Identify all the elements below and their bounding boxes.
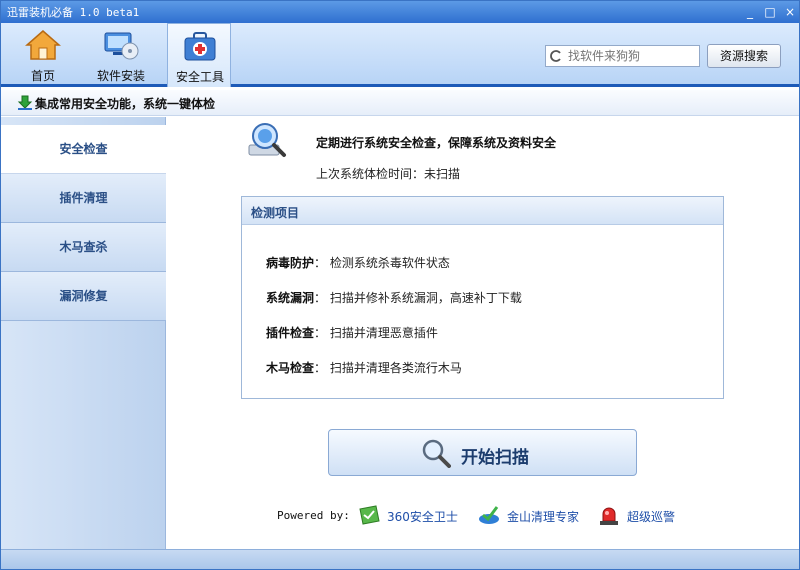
partner-name: 金山清理专家 <box>507 510 580 524</box>
maximize-button[interactable]: □ <box>761 3 779 21</box>
sub-header: 集成常用安全功能，系统一键体检 <box>1 90 799 116</box>
minimize-button[interactable]: _ <box>741 3 759 21</box>
search-box[interactable] <box>545 45 700 67</box>
detect-item-label: 插件检查 <box>266 326 315 340</box>
tool-security[interactable]: 安全工具 <box>167 23 231 87</box>
start-scan-button[interactable]: 开始扫描 <box>328 429 637 476</box>
sub-header-text: 集成常用安全功能，系统一键体检 <box>35 97 216 111</box>
detect-item: 病毒防护： 检测系统杀毒软件状态 <box>266 256 450 270</box>
title-bar: 迅雷装机必备 1.0 beta1 _ □ × <box>1 1 799 23</box>
alarm-light-icon <box>600 507 618 525</box>
partner-name: 360安全卫士 <box>387 510 458 524</box>
tool-software-label: 软件安装 <box>96 69 145 83</box>
status-bar <box>1 549 799 569</box>
detect-item-label: 木马检查 <box>266 361 315 375</box>
kingsoft-icon <box>479 506 499 524</box>
tool-software[interactable]: 软件安装 <box>89 23 153 84</box>
detect-item-desc: 检测系统杀毒软件状态 <box>329 256 450 270</box>
sidebar-item-security-check[interactable]: 安全检查 <box>1 125 166 174</box>
search-input[interactable] <box>568 48 696 64</box>
last-scan-label: 上次系统体检时间： <box>316 167 425 181</box>
tool-security-label: 安全工具 <box>175 70 224 84</box>
detect-item-desc: 扫描并清理恶意插件 <box>329 326 438 340</box>
main-toolbar: 首页 软件安装 安全工具 找软件来狗狗 资源搜索 <box>1 23 799 87</box>
first-aid-kit-icon <box>184 32 216 61</box>
home-icon <box>25 30 61 60</box>
sidebar-item-trojan-kill[interactable]: 木马查杀 <box>1 223 166 272</box>
main-panel: 定期进行系统安全检查，保障系统及资料安全 上次系统体检时间：未扫描 检测项目 病… <box>167 117 799 549</box>
partner-name: 超级巡警 <box>627 510 676 524</box>
close-button[interactable]: × <box>781 3 799 21</box>
start-scan-label: 开始扫描 <box>461 448 529 468</box>
detect-panel-header: 检测项目 <box>242 197 723 225</box>
detect-panel: 检测项目 病毒防护： 检测系统杀毒软件状态 系统漏洞： 扫描并修补系统漏洞，高速… <box>241 196 724 399</box>
sidebar-item-vuln-fix[interactable]: 漏洞修复 <box>1 272 166 321</box>
detect-item-label: 系统漏洞 <box>266 291 315 305</box>
last-scan-row: 上次系统体检时间：未扫描 <box>316 165 460 182</box>
tool-home-label: 首页 <box>30 69 55 83</box>
scan-magnifier-icon <box>248 123 286 157</box>
magnifier-icon <box>422 439 451 468</box>
detect-item-desc: 扫描并修补系统漏洞，高速补丁下载 <box>329 291 522 305</box>
sidebar-item-plugin-clean[interactable]: 插件清理 <box>1 174 166 223</box>
page-title: 定期进行系统安全检查，保障系统及资料安全 <box>316 136 557 150</box>
app-title: 迅雷装机必备 1.0 beta1 <box>7 6 140 19</box>
monitor-disc-icon <box>104 32 139 60</box>
detect-item-label: 病毒防护 <box>266 256 315 270</box>
powered-by-label: Powered by: <box>277 509 350 522</box>
tool-home[interactable]: 首页 <box>11 23 75 84</box>
360-shield-icon <box>359 505 380 525</box>
sidebar: 安全检查 插件清理 木马查杀 漏洞修复 <box>1 117 166 549</box>
search-button[interactable]: 资源搜索 <box>707 44 781 68</box>
detect-panel-title: 检测项目 <box>251 206 300 220</box>
app-window: 迅雷装机必备 1.0 beta1 _ □ × 首页 软件安装 安全工具 找软件来… <box>0 0 800 570</box>
detect-item: 系统漏洞： 扫描并修补系统漏洞，高速补丁下载 <box>266 291 522 305</box>
detect-item: 木马检查： 扫描并清理各类流行木马 <box>266 361 462 375</box>
download-arrow-icon <box>17 95 33 110</box>
last-scan-value: 未扫描 <box>424 167 461 181</box>
detect-item: 插件检查： 扫描并清理恶意插件 <box>266 326 438 340</box>
search-engine-icon <box>550 50 561 62</box>
detect-item-desc: 扫描并清理各类流行木马 <box>329 361 462 375</box>
